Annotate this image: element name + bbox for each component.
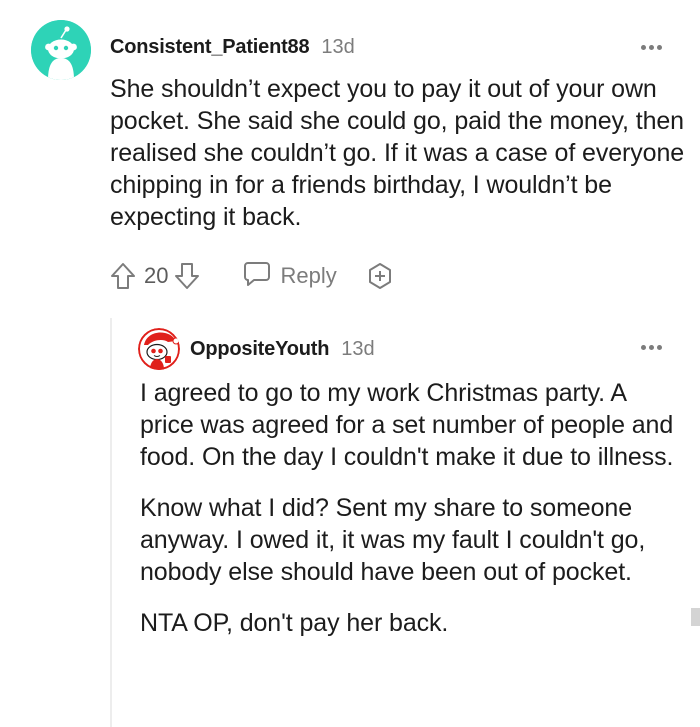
award-icon[interactable] — [365, 261, 395, 291]
username[interactable]: OppositeYouth — [190, 338, 329, 361]
scrollbar-thumb[interactable] — [691, 608, 700, 626]
comment-paragraph: I agreed to go to my work Christmas part… — [140, 379, 674, 471]
username[interactable]: Consistent_Patient88 — [110, 36, 310, 59]
comment-paragraph: She shouldn’t expect you to pay it out o… — [110, 75, 685, 231]
comment: Consistent_Patient88 13d She shouldn’t e… — [0, 0, 700, 300]
comment-actions: 20 Reply — [108, 258, 395, 294]
comment-body: I agreed to go to my work Christmas part… — [140, 377, 685, 658]
more-options-icon[interactable] — [641, 345, 662, 350]
vote-score: 20 — [144, 263, 169, 288]
snoo-avatar-icon — [138, 328, 180, 370]
snoo-avatar-icon — [31, 20, 91, 80]
reply-label: Reply — [280, 263, 337, 288]
avatar[interactable] — [138, 328, 180, 370]
reply-button[interactable]: Reply — [242, 260, 337, 293]
comment-age: 13d — [341, 338, 375, 360]
comment-age: 13d — [321, 36, 355, 58]
thread-line[interactable] — [110, 318, 112, 727]
more-options-icon[interactable] — [641, 45, 662, 50]
upvote-icon[interactable] — [108, 261, 138, 291]
comment-body: She shouldn’t expect you to pay it out o… — [110, 73, 690, 233]
avatar[interactable] — [31, 20, 91, 80]
comment-paragraph: NTA OP, don't pay her back. — [140, 609, 449, 637]
comment-header: OppositeYouth 13d — [190, 338, 375, 361]
reply-icon — [242, 260, 272, 293]
comment-header: Consistent_Patient88 13d — [110, 36, 355, 59]
comment-paragraph: Know what I did? Sent my share to someon… — [140, 494, 646, 586]
downvote-icon[interactable] — [172, 261, 202, 291]
